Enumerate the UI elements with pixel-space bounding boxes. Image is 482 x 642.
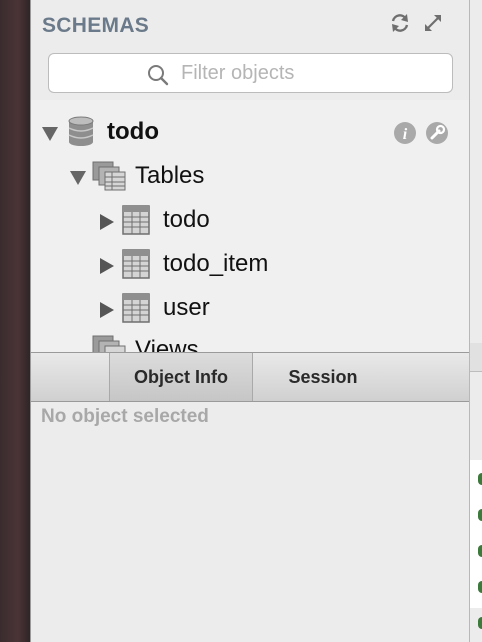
schemas-header: SCHEMAS <box>31 0 469 100</box>
tree-item-table[interactable]: user <box>31 288 469 328</box>
schemas-sidebar: SCHEMAS Filter objects todo i Tables tod… <box>30 0 470 642</box>
empty-state-text: No object selected <box>41 406 209 427</box>
table-icon <box>122 249 150 284</box>
table-label: user <box>163 294 210 321</box>
wrench-icon[interactable] <box>425 121 449 150</box>
info-tab-bar: Object Info Session <box>31 352 469 402</box>
disclosure-triangle-expanded-icon[interactable] <box>69 169 86 185</box>
object-info-pane: No object selected <box>31 402 469 642</box>
adjacent-panel-header <box>470 343 482 372</box>
expand-icon[interactable] <box>422 12 444 34</box>
status-dot-icon <box>478 617 482 629</box>
svg-text:i: i <box>403 126 408 143</box>
disclosure-triangle-collapsed-icon[interactable] <box>98 257 114 274</box>
schema-tree[interactable]: todo i Tables todo todo_item user Views <box>31 100 469 352</box>
tree-item-table[interactable]: todo_item <box>31 244 469 284</box>
status-dot-icon <box>478 509 482 521</box>
status-dot-icon <box>478 545 482 557</box>
info-icon[interactable]: i <box>393 121 417 150</box>
tab-spacer <box>31 353 110 401</box>
disclosure-triangle-collapsed-icon[interactable] <box>98 301 114 318</box>
schemas-title: SCHEMAS <box>42 14 150 37</box>
schema-label: todo <box>107 118 159 145</box>
background-window-edge <box>0 0 30 642</box>
table-icon <box>122 293 150 328</box>
status-dot-icon <box>478 581 482 593</box>
tree-item-schema-todo[interactable]: todo i <box>31 112 469 152</box>
table-label: todo <box>163 206 210 233</box>
views-folder-label: Views <box>135 336 199 352</box>
status-dot-icon <box>478 473 482 485</box>
table-icon <box>122 205 150 240</box>
tab-object-info[interactable]: Object Info <box>110 353 253 401</box>
search-icon <box>147 64 169 86</box>
tree-item-views-folder[interactable]: Views <box>31 330 469 352</box>
table-label: todo_item <box>163 250 269 277</box>
refresh-icon[interactable] <box>389 12 411 34</box>
views-folder-icon <box>92 335 126 352</box>
tables-folder-icon <box>92 161 126 196</box>
tree-item-tables-folder[interactable]: Tables <box>31 156 469 196</box>
filter-box[interactable] <box>48 53 453 93</box>
tables-folder-label: Tables <box>135 162 205 189</box>
adjacent-panel-edge <box>470 0 482 642</box>
filter-objects-input[interactable] <box>181 60 441 86</box>
tab-session[interactable]: Session <box>253 353 393 401</box>
disclosure-triangle-expanded-icon[interactable] <box>41 125 58 141</box>
tree-item-table[interactable]: todo <box>31 200 469 240</box>
disclosure-triangle-collapsed-icon[interactable] <box>98 213 114 230</box>
database-icon <box>68 116 94 151</box>
